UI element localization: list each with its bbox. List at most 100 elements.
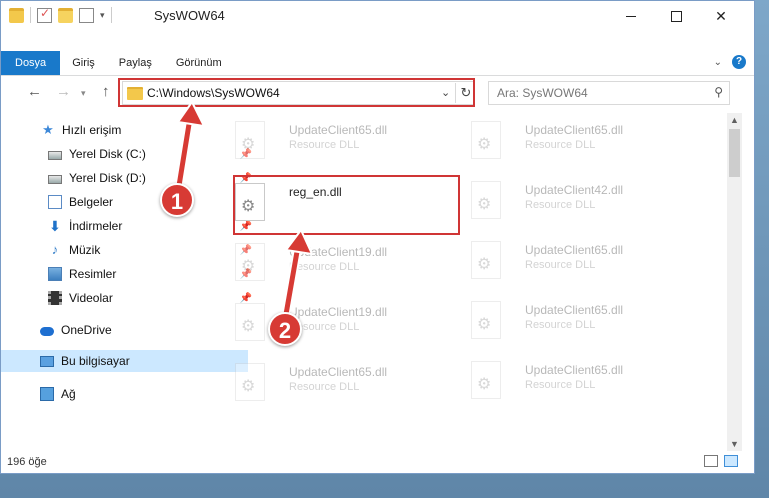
explorer-window: ▾ SysWOW64 ✕ Dosya Giriş Paylaş Görünüm … — [0, 0, 755, 474]
dll-file-icon — [471, 121, 501, 159]
file-type: Resource DLL — [525, 259, 596, 271]
search-placeholder: Ara: SysWOW64 — [497, 86, 588, 100]
file-type: Resource DLL — [525, 319, 596, 331]
file-type: Resource DLL — [289, 381, 360, 393]
navigation-pane: ★ Hızlı erişim Yerel Disk (C:) 📌 Yerel D… — [1, 113, 252, 443]
maximize-icon — [670, 11, 682, 22]
file-type: Resource DLL — [525, 199, 596, 211]
ribbon-tabs: Dosya Giriş Paylaş Görünüm — [1, 51, 234, 75]
file-name: UpdateClient65.dll — [289, 365, 388, 379]
step-1-badge: 1 — [160, 183, 194, 217]
close-button[interactable]: ✕ — [698, 1, 744, 32]
sidebar-item-label: Müzik — [69, 243, 101, 257]
title-bar: ▾ SysWOW64 ✕ — [1, 1, 754, 32]
forward-arrow-icon[interactable]: → — [56, 83, 71, 100]
recent-locations-icon[interactable]: ▾ — [81, 88, 86, 99]
sidebar-item-quick-access[interactable]: ★ Hızlı erişim — [1, 119, 249, 141]
file-type: Resource DLL — [289, 139, 360, 151]
details-view-icon[interactable] — [704, 455, 718, 467]
help-icon[interactable]: ? — [732, 55, 746, 69]
toolbar-divider — [110, 7, 112, 23]
close-icon: ✕ — [715, 8, 727, 24]
customize-toolbar-icon[interactable] — [79, 7, 94, 23]
videos-icon — [48, 291, 62, 305]
sidebar-item-onedrive[interactable]: OneDrive — [1, 319, 248, 341]
sidebar-item-label: Resimler — [69, 267, 117, 281]
file-name: UpdateClient65.dll — [525, 123, 624, 137]
file-item[interactable]: UpdateClient19.dll Resource DLL — [217, 297, 437, 349]
file-item[interactable]: UpdateClient65.dll Resource DLL — [217, 357, 437, 409]
sidebar-item-label: Yerel Disk (C:) — [69, 147, 146, 161]
scrollbar-thumb[interactable] — [729, 129, 740, 177]
file-type: Resource DLL — [289, 261, 360, 273]
file-item[interactable]: UpdateClient42.dll Resource DLL — [453, 175, 673, 227]
dll-file-icon — [235, 243, 265, 281]
documents-icon — [48, 195, 62, 209]
expand-ribbon-icon[interactable]: ⌄ — [714, 57, 722, 68]
ribbon: Dosya Giriş Paylaş Görünüm ⌄ ? — [1, 51, 754, 76]
address-highlight — [118, 78, 475, 107]
vertical-scrollbar[interactable]: ▲ ▼ — [727, 113, 742, 451]
file-item[interactable]: UpdateClient65.dll Resource DLL — [217, 115, 437, 167]
item-count: 196 öğe — [7, 456, 47, 468]
tab-share[interactable]: Paylaş — [107, 51, 164, 75]
dll-file-icon — [235, 363, 265, 401]
network-icon — [40, 387, 54, 401]
minimize-button[interactable] — [608, 1, 654, 32]
sidebar-item-label: İndirmeler — [69, 219, 123, 233]
dll-file-icon — [471, 301, 501, 339]
sidebar-item-label: Hızlı erişim — [62, 123, 122, 137]
maximize-button[interactable] — [653, 1, 699, 32]
sidebar-item-label: Yerel Disk (D:) — [69, 171, 146, 185]
music-icon: ♪ — [51, 242, 59, 257]
tab-home[interactable]: Giriş — [60, 51, 107, 75]
step-2-badge: 2 — [268, 312, 302, 346]
sidebar-item-label: Bu bilgisayar — [61, 354, 130, 368]
status-bar: 196 öğe — [1, 451, 754, 473]
tab-view[interactable]: Görünüm — [164, 51, 234, 75]
file-item[interactable]: UpdateClient65.dll Resource DLL — [453, 295, 673, 347]
file-name: UpdateClient65.dll — [525, 363, 624, 377]
dll-file-icon — [471, 181, 501, 219]
computer-icon — [40, 355, 54, 367]
search-input[interactable]: Ara: SysWOW64 ⚲ — [488, 81, 730, 105]
scroll-down-icon[interactable]: ▼ — [730, 439, 739, 449]
cloud-icon — [40, 326, 54, 336]
view-switcher — [704, 455, 738, 467]
tiles-view-icon[interactable] — [724, 455, 738, 467]
file-type: Resource DLL — [525, 379, 596, 391]
toolbar-dropdown-icon[interactable]: ▾ — [100, 10, 105, 21]
sidebar-item-network[interactable]: Ağ — [1, 383, 248, 405]
sidebar-item-label: Ağ — [61, 387, 76, 401]
quick-access-toolbar: ▾ — [9, 6, 112, 23]
file-item[interactable]: UpdateClient65.dll Resource DLL — [453, 355, 673, 407]
sidebar-item-label: Videolar — [69, 291, 113, 305]
sidebar-item-label: Belgeler — [69, 195, 114, 209]
new-folder-icon[interactable] — [58, 7, 73, 23]
file-name: UpdateClient65.dll — [289, 123, 388, 137]
file-item[interactable]: UpdateClient65.dll Resource DLL — [453, 235, 673, 287]
file-item[interactable]: UpdateClient65.dll Resource DLL — [453, 115, 673, 167]
disk-icon — [48, 174, 62, 184]
file-name: UpdateClient65.dll — [525, 243, 624, 257]
sidebar-item-label: OneDrive — [61, 323, 112, 337]
file-item[interactable]: UpdateClient19.dll Resource DLL — [217, 237, 437, 289]
folder-icon — [9, 7, 24, 23]
download-icon: ⬇ — [49, 218, 61, 234]
dll-file-icon — [235, 303, 265, 341]
tab-file[interactable]: Dosya — [1, 51, 61, 75]
scroll-up-icon[interactable]: ▲ — [730, 115, 739, 125]
dll-file-icon — [235, 121, 265, 159]
dll-file-icon — [471, 241, 501, 279]
minimize-icon — [626, 16, 636, 17]
window-title: SysWOW64 — [154, 8, 225, 23]
toolbar-divider — [30, 7, 31, 23]
pictures-icon — [48, 267, 62, 281]
file-name: UpdateClient19.dll — [289, 305, 388, 319]
search-icon[interactable]: ⚲ — [714, 85, 723, 99]
properties-icon[interactable] — [37, 6, 52, 23]
file-name: UpdateClient19.dll — [289, 245, 388, 259]
sidebar-item-this-pc[interactable]: Bu bilgisayar — [1, 350, 248, 372]
up-arrow-icon[interactable]: ↑ — [102, 83, 110, 100]
back-arrow-icon[interactable]: ← — [27, 83, 42, 100]
